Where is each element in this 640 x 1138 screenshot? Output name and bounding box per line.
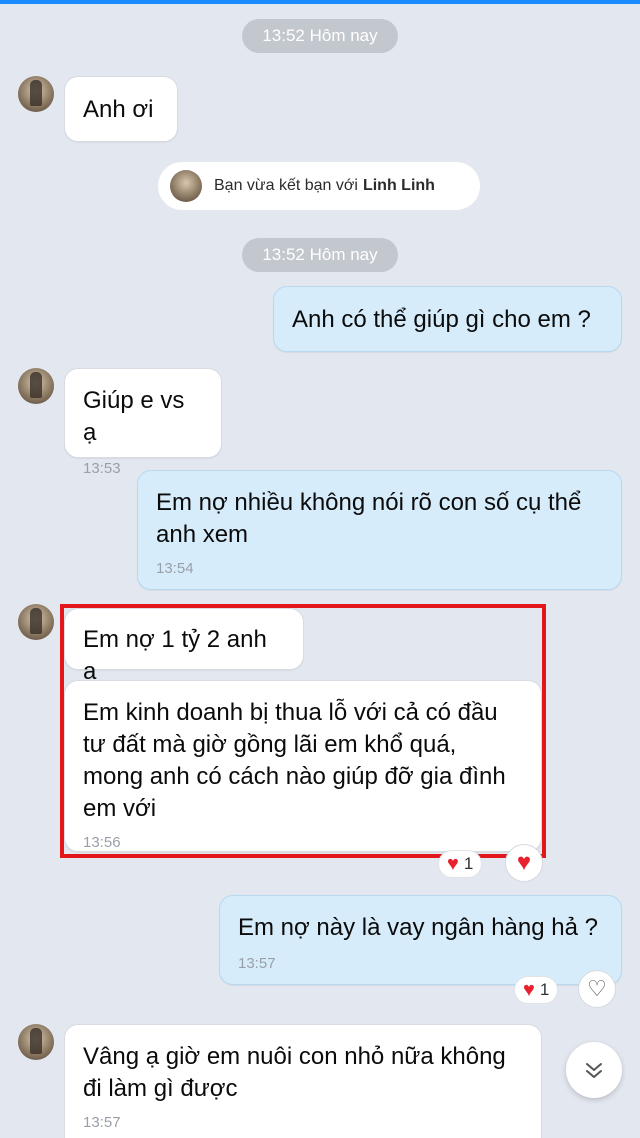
message-timestamp: 13:54 bbox=[156, 560, 194, 577]
reaction-count[interactable]: ♥ 1 bbox=[514, 976, 559, 1004]
message-text: Em nợ này là vay ngân hàng hả ? bbox=[238, 914, 598, 941]
contact-avatar[interactable] bbox=[18, 76, 54, 112]
double-chevron-down-icon bbox=[586, 1063, 602, 1078]
highlight-box bbox=[60, 604, 546, 858]
reaction-count[interactable]: ♥ 1 bbox=[438, 850, 483, 878]
message-text: Em nợ nhiều không nói rõ con số cụ thể a… bbox=[156, 489, 582, 548]
message-bubble-incoming[interactable]: Vâng ạ giờ em nuôi con nhỏ nữa không đi … bbox=[64, 1024, 542, 1138]
message-text: Anh ơi bbox=[83, 96, 154, 123]
top-accent-bar bbox=[0, 0, 640, 4]
message-bubble-incoming[interactable]: Anh ơi bbox=[64, 76, 178, 142]
message-timestamp: 13:57 bbox=[83, 1114, 121, 1131]
message-text: Giúp e vs ạ bbox=[83, 387, 185, 446]
message-bubble-outgoing[interactable]: Anh có thể giúp gì cho em ? bbox=[273, 286, 622, 352]
message-text: Anh có thể giúp gì cho em ? bbox=[292, 306, 591, 333]
contact-avatar[interactable] bbox=[18, 1024, 54, 1060]
message-bubble-incoming[interactable]: Giúp e vs ạ 13:53 bbox=[64, 368, 222, 477]
reaction-count-value: 1 bbox=[539, 980, 550, 999]
message-bubble-outgoing[interactable]: Em nợ nhiều không nói rõ con số cụ thể a… bbox=[137, 470, 622, 590]
heart-icon: ♥ bbox=[523, 979, 535, 1001]
notice-contact-name: Linh Linh bbox=[362, 177, 435, 194]
heart-icon[interactable]: ♥ bbox=[505, 844, 543, 882]
time-divider: 13:52 Hôm nay bbox=[242, 19, 398, 53]
reaction-count-value: 1 bbox=[463, 854, 474, 873]
heart-icon: ♥ bbox=[447, 853, 459, 875]
contact-avatar[interactable] bbox=[18, 368, 54, 404]
message-text: Vâng ạ giờ em nuôi con nhỏ nữa không đi … bbox=[83, 1043, 506, 1102]
message-bubble-outgoing[interactable]: Em nợ này là vay ngân hàng hả ? 13:57 bbox=[219, 895, 622, 985]
time-divider: 13:52 Hôm nay bbox=[242, 238, 398, 272]
notice-text: Bạn vừa kết bạn với bbox=[214, 177, 358, 194]
scroll-to-bottom-button[interactable] bbox=[566, 1042, 622, 1098]
message-timestamp: 13:57 bbox=[238, 955, 276, 972]
contact-avatar[interactable] bbox=[18, 604, 54, 640]
contact-avatar-small bbox=[170, 170, 202, 202]
friend-notice: Bạn vừa kết bạn với Linh Linh bbox=[158, 162, 480, 210]
heart-outline-icon[interactable]: ♡ bbox=[578, 970, 616, 1008]
